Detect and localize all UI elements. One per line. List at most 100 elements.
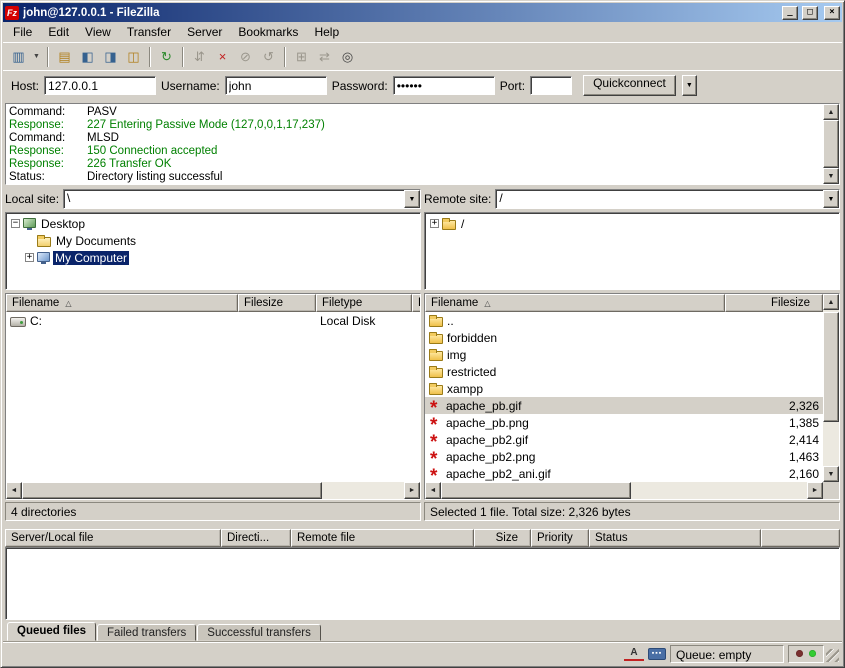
column-header-filesize[interactable]: Filesize (238, 294, 316, 312)
toggle-queue-icon[interactable]: ◫ (122, 46, 145, 68)
expand-icon[interactable]: + (430, 219, 439, 228)
scrollbar-thumb[interactable] (823, 120, 839, 168)
quickconnect-dropdown-icon[interactable]: ▼ (682, 75, 697, 96)
send-activity-led (796, 650, 803, 657)
disconnect-icon[interactable]: ⊘ (234, 46, 257, 68)
column-header-server-local-file[interactable]: Server/Local file (5, 529, 221, 547)
transfer-type-icon[interactable]: A (624, 647, 644, 661)
column-header-size[interactable]: Size (474, 529, 531, 547)
process-queue-icon[interactable]: ⇵ (188, 46, 211, 68)
scroll-down-icon[interactable]: ▼ (823, 168, 839, 184)
scroll-down-icon[interactable]: ▼ (823, 466, 839, 482)
toggle-message-log-icon[interactable]: ▤ (53, 46, 76, 68)
tab-failed-transfers[interactable]: Failed transfers (97, 624, 196, 641)
find-files-icon[interactable]: ◎ (336, 46, 359, 68)
tree-item-my-documents[interactable]: My Documents (6, 232, 420, 249)
minimize-button[interactable]: _ (782, 6, 798, 20)
column-header-filesize[interactable]: Filesize (725, 294, 823, 312)
remote-file-row[interactable]: apache_pb2.gif 2,414 (425, 431, 823, 448)
remote-site-value: / (496, 190, 823, 208)
password-label: Password: (332, 79, 388, 93)
scrollbar-thumb[interactable] (22, 482, 322, 499)
column-header-priority[interactable]: Priority (531, 529, 589, 547)
column-header-filename[interactable]: Filename (6, 294, 238, 312)
scroll-up-icon[interactable]: ▲ (823, 294, 839, 310)
remote-vertical-scrollbar[interactable]: ▲ ▼ (823, 294, 839, 482)
scrollbar-thumb[interactable] (823, 312, 839, 422)
quickconnect-button[interactable]: Quickconnect (583, 75, 676, 96)
expand-icon[interactable]: + (25, 253, 34, 262)
tab-queued-files[interactable]: Queued files (7, 622, 96, 641)
port-input[interactable] (530, 76, 572, 95)
remote-site-combobox[interactable]: / ▼ (495, 189, 840, 209)
toggle-remote-tree-icon[interactable]: ◨ (99, 46, 122, 68)
local-site-combobox[interactable]: \ ▼ (63, 189, 421, 209)
directory-comparison-icon[interactable]: ⊞ (290, 46, 313, 68)
column-header-filename[interactable]: Filename (425, 294, 725, 312)
scroll-right-icon[interactable]: ► (404, 482, 420, 499)
remote-file-row[interactable]: xampp (425, 380, 823, 397)
site-manager-icon[interactable]: ▥ (7, 46, 30, 68)
remote-horizontal-scrollbar[interactable]: ◄ ► (425, 482, 823, 499)
close-button[interactable]: × (824, 6, 840, 20)
password-input[interactable] (393, 76, 495, 95)
tree-item-root[interactable]: + / (425, 215, 839, 232)
refresh-icon[interactable]: ↻ (155, 46, 178, 68)
toggle-local-tree-icon[interactable]: ◧ (76, 46, 99, 68)
local-horizontal-scrollbar[interactable]: ◄ ► (6, 482, 420, 499)
tree-item-my-computer[interactable]: + My Computer (6, 249, 420, 266)
synchronized-browsing-icon[interactable]: ⇄ (313, 46, 336, 68)
toolbar-separator (182, 47, 184, 67)
image-file-icon (429, 449, 442, 464)
scroll-left-icon[interactable]: ◄ (6, 482, 22, 499)
scroll-left-icon[interactable]: ◄ (425, 482, 441, 499)
username-input[interactable] (225, 76, 327, 95)
remote-file-row[interactable]: img (425, 346, 823, 363)
titlebar[interactable]: Fz john@127.0.0.1 - FileZilla _ □ × (3, 3, 842, 22)
log-vertical-scrollbar[interactable]: ▲ ▼ (823, 104, 839, 184)
column-header-status[interactable]: Status (589, 529, 761, 547)
remote-file-row[interactable]: apache_pb2_ani.gif 2,160 (425, 465, 823, 482)
remote-directory-tree: + / (424, 212, 840, 290)
folder-icon (429, 317, 443, 327)
column-header-direction[interactable]: Directi... (221, 529, 291, 547)
speed-limit-icon[interactable]: ▪▪▪ (648, 648, 666, 660)
menu-file[interactable]: File (5, 23, 40, 41)
browser-panes: Local site: \ ▼ − Desktop My Documents (5, 188, 840, 521)
site-manager-dropdown-icon[interactable]: ▼ (30, 46, 43, 68)
menu-edit[interactable]: Edit (40, 23, 77, 41)
remote-file-row[interactable]: restricted (425, 363, 823, 380)
remote-file-row[interactable]: forbidden (425, 329, 823, 346)
menu-view[interactable]: View (77, 23, 119, 41)
remote-file-row[interactable]: .. (425, 312, 823, 329)
scroll-right-icon[interactable]: ► (807, 482, 823, 499)
cancel-icon[interactable]: × (211, 46, 234, 68)
column-header-last-modified[interactable]: L (412, 294, 420, 312)
resize-grip[interactable] (826, 649, 839, 662)
menu-bookmarks[interactable]: Bookmarks (230, 23, 306, 41)
menu-transfer[interactable]: Transfer (119, 23, 179, 41)
column-header-filetype[interactable]: Filetype (316, 294, 412, 312)
tree-item-label: My Computer (53, 251, 129, 265)
remote-file-row[interactable]: apache_pb2.png 1,463 (425, 448, 823, 465)
chevron-down-icon[interactable]: ▼ (823, 190, 839, 208)
maximize-button[interactable]: □ (802, 6, 818, 20)
local-file-row[interactable]: C: Local Disk (6, 312, 420, 329)
scrollbar-thumb[interactable] (441, 482, 631, 499)
chevron-down-icon[interactable]: ▼ (404, 190, 420, 208)
menu-help[interactable]: Help (306, 23, 347, 41)
collapse-icon[interactable]: − (11, 219, 20, 228)
remote-file-row[interactable]: apache_pb.gif 2,326 (425, 397, 823, 414)
menubar: File Edit View Transfer Server Bookmarks… (3, 22, 842, 42)
scroll-up-icon[interactable]: ▲ (823, 104, 839, 120)
local-pane: Local site: \ ▼ − Desktop My Documents (5, 188, 421, 521)
tree-item-desktop[interactable]: − Desktop (6, 215, 420, 232)
remote-file-row[interactable]: apache_pb.png 1,385 (425, 414, 823, 431)
reconnect-icon[interactable]: ↺ (257, 46, 280, 68)
tab-successful-transfers[interactable]: Successful transfers (197, 624, 321, 641)
sort-ascending-icon (478, 297, 490, 309)
host-input[interactable] (44, 76, 156, 95)
menu-server[interactable]: Server (179, 23, 230, 41)
column-header-remote-file[interactable]: Remote file (291, 529, 474, 547)
transfer-queue-list[interactable] (5, 547, 840, 620)
